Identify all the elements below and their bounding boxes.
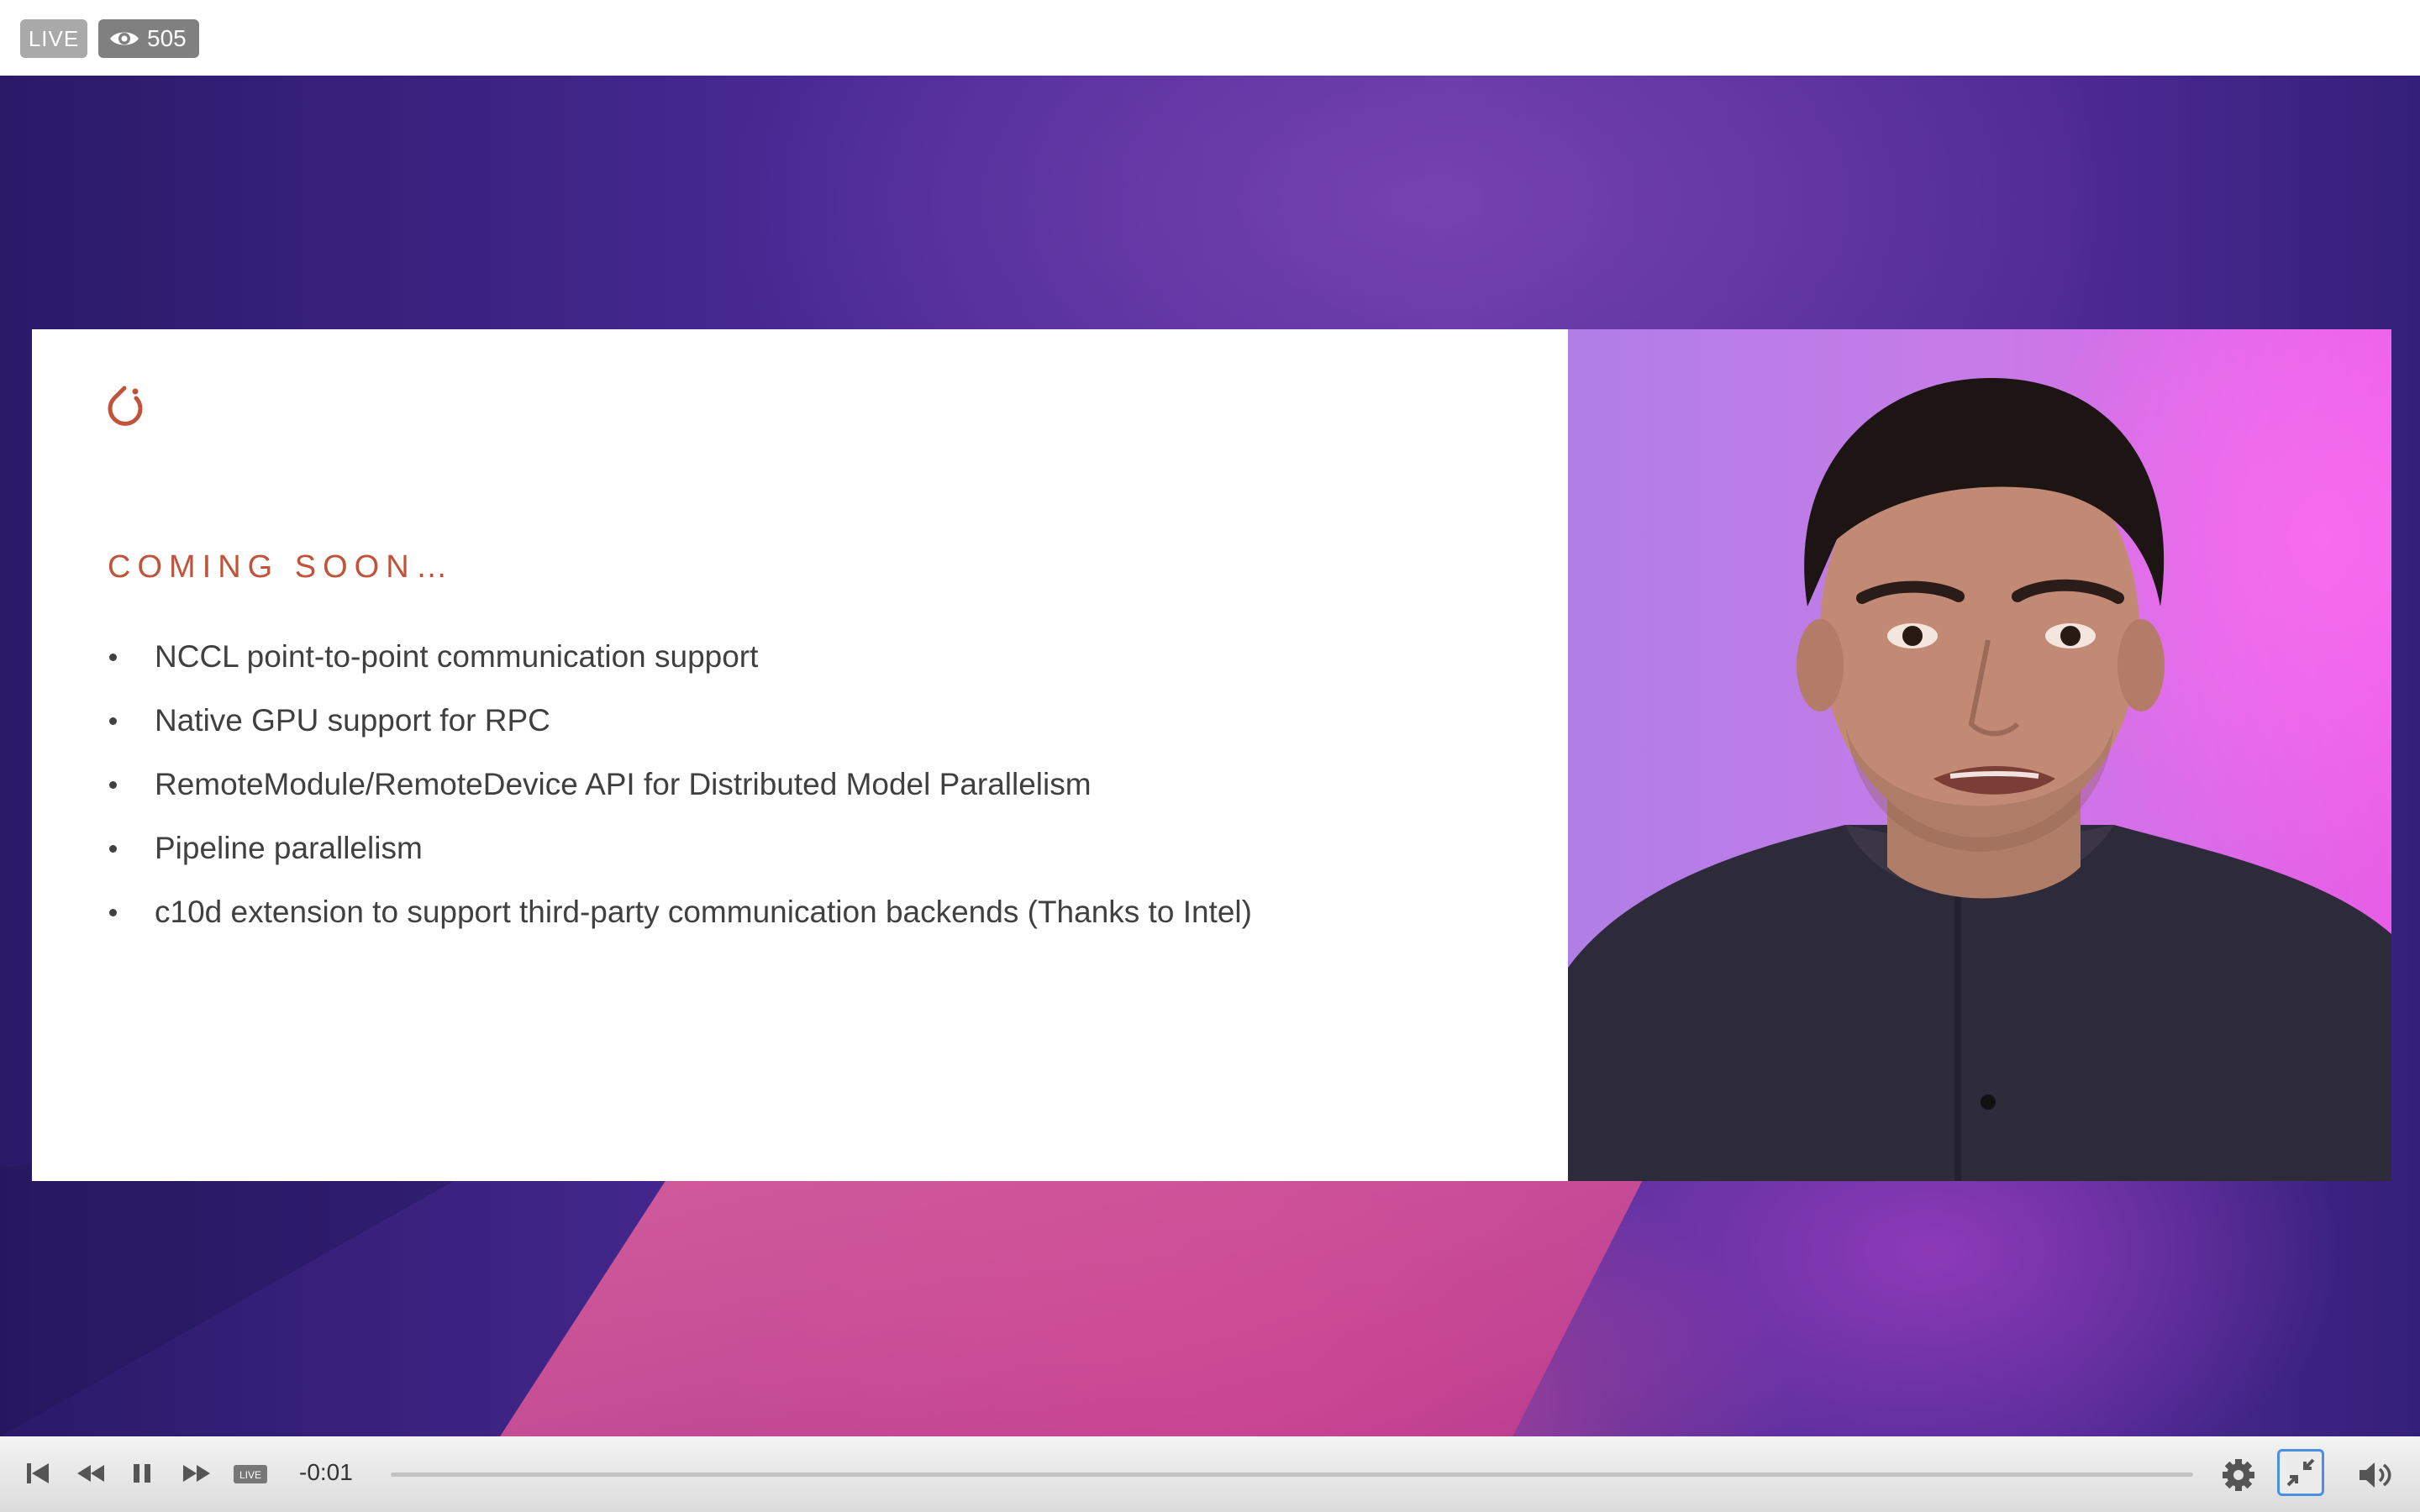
top-bar: LIVE 505 — [0, 0, 2420, 76]
live-icon[interactable]: LIVE — [232, 1457, 269, 1490]
volume-icon[interactable] — [2356, 1457, 2396, 1494]
progress-bar[interactable] — [391, 1473, 2193, 1477]
eye-icon — [110, 32, 139, 45]
rewind-icon[interactable] — [74, 1457, 108, 1490]
slide-title: COMING SOON… — [108, 549, 455, 585]
video-stage[interactable]: COMING SOON… NCCL point-to-point communi… — [0, 76, 2420, 1436]
bullet-item: c10d extension to support third-party co… — [108, 894, 1252, 958]
speaker-camera-feed — [1568, 329, 2391, 1181]
skip-back-icon[interactable] — [24, 1457, 52, 1490]
svg-text:LIVE: LIVE — [239, 1469, 261, 1481]
exit-fullscreen-icon — [2286, 1458, 2315, 1487]
bullet-item: Pipeline parallelism — [108, 830, 1252, 894]
bullet-item: Native GPU support for RPC — [108, 702, 1252, 766]
settings-gear-icon[interactable] — [2220, 1457, 2257, 1494]
viewer-count: 505 — [147, 25, 187, 51]
time-remaining: -0:01 — [299, 1459, 353, 1485]
bullet-item: NCCL point-to-point communication suppor… — [108, 638, 1252, 702]
pytorch-flame-icon — [108, 386, 143, 426]
pause-icon[interactable] — [128, 1457, 156, 1490]
live-badge: LIVE — [20, 19, 87, 58]
fast-forward-icon[interactable] — [180, 1457, 213, 1490]
presentation-slide: COMING SOON… NCCL point-to-point communi… — [32, 329, 1568, 1181]
speaker-figure — [1568, 377, 2391, 1181]
bullet-list: NCCL point-to-point communication suppor… — [108, 638, 1252, 958]
exit-fullscreen-button[interactable] — [2277, 1449, 2324, 1496]
player-controls: LIVE -0:01 — [0, 1436, 2420, 1512]
bullet-item: RemoteModule/RemoteDevice API for Distri… — [108, 766, 1252, 830]
viewer-count-badge: 505 — [98, 19, 199, 58]
